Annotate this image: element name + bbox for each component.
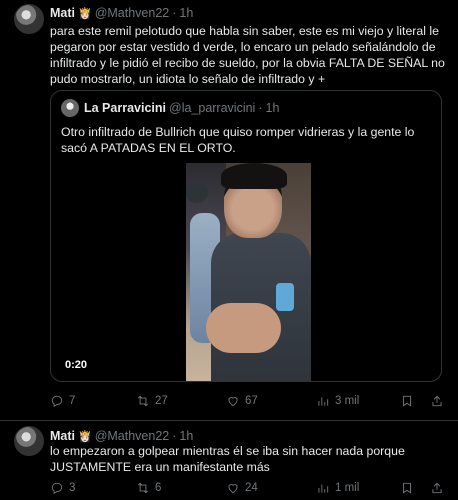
tweet[interactable]: Mati 👸🏻 @Mathven22 · 1h para este remil … bbox=[0, 0, 458, 421]
tweet-actions: 7 27 67 3 mil bbox=[50, 394, 458, 412]
quote-author-name: La Parravicini bbox=[84, 101, 166, 115]
reply-count: 3 bbox=[69, 482, 76, 494]
tweet-header: Mati 👸🏻 @Mathven22 · 1h bbox=[50, 429, 193, 443]
share-icon bbox=[432, 395, 442, 407]
avatar[interactable] bbox=[14, 4, 44, 34]
timestamp[interactable]: 1h bbox=[179, 429, 193, 443]
tweet-header: Mati 👸🏻 @Mathven22 · 1h bbox=[50, 6, 193, 20]
like-icon bbox=[228, 484, 238, 494]
quote-author-handle: @la_parravicini bbox=[169, 101, 256, 115]
views-icon bbox=[318, 397, 329, 406]
video-hair bbox=[221, 163, 287, 189]
bookmark-button[interactable] bbox=[400, 481, 414, 495]
quoted-tweet[interactable]: La Parravicini @la_parravicini · 1h Otro… bbox=[50, 90, 442, 382]
separator: · bbox=[172, 6, 177, 20]
views-count: 3 mil bbox=[335, 395, 360, 407]
reply-button[interactable]: 3 bbox=[50, 481, 75, 495]
separator: · bbox=[258, 101, 263, 115]
reply-button[interactable]: 7 bbox=[50, 394, 75, 408]
share-button[interactable] bbox=[430, 394, 444, 408]
quote-header: La Parravicini @la_parravicini · 1h bbox=[84, 101, 279, 115]
retweet-count: 27 bbox=[155, 395, 168, 407]
share-icon bbox=[432, 482, 442, 494]
like-button[interactable]: 24 bbox=[226, 481, 258, 495]
author-name[interactable]: Mati bbox=[50, 429, 75, 443]
tweet[interactable]: Mati 👸🏻 @Mathven22 · 1h lo empezaron a g… bbox=[0, 421, 458, 500]
quote-text: Otro infiltrado de Bullrich que quiso ro… bbox=[61, 125, 415, 155]
author-handle[interactable]: @Mathven22 bbox=[95, 6, 170, 20]
views-count: 1 mil bbox=[335, 482, 360, 494]
video-hands bbox=[206, 303, 281, 353]
name-badge: 👸🏻 bbox=[78, 7, 92, 20]
bookmark-button[interactable] bbox=[400, 394, 414, 408]
reply-count: 7 bbox=[69, 395, 76, 407]
bookmark-icon bbox=[403, 395, 411, 407]
like-button[interactable]: 67 bbox=[226, 394, 258, 408]
retweet-icon bbox=[138, 482, 148, 494]
views-button[interactable]: 1 mil bbox=[316, 481, 359, 495]
retweet-icon bbox=[138, 395, 148, 407]
author-handle[interactable]: @Mathven22 bbox=[95, 429, 170, 443]
retweet-button[interactable]: 27 bbox=[136, 394, 168, 408]
name-badge: 👸🏻 bbox=[78, 430, 92, 443]
share-button[interactable] bbox=[430, 481, 444, 495]
video-shirt-patch bbox=[276, 283, 294, 311]
views-icon bbox=[318, 484, 329, 493]
views-button[interactable]: 3 mil bbox=[316, 394, 359, 408]
quote-timestamp: 1h bbox=[265, 101, 280, 115]
tweet-text: lo empezaron a golpear mientras él se ib… bbox=[50, 444, 405, 474]
like-count: 67 bbox=[245, 395, 258, 407]
video-duration: 0:20 bbox=[65, 359, 88, 371]
tweet-text: para este remil pelotudo que habla sin s… bbox=[50, 24, 445, 86]
video-player[interactable] bbox=[186, 163, 311, 381]
quote-avatar bbox=[61, 99, 79, 117]
retweet-button[interactable]: 6 bbox=[136, 481, 161, 495]
bookmark-icon bbox=[403, 482, 411, 494]
tweet-actions: 3 6 24 1 mil bbox=[50, 481, 458, 499]
timestamp[interactable]: 1h bbox=[179, 6, 193, 20]
video-cap bbox=[186, 181, 208, 203]
separator: · bbox=[172, 429, 177, 443]
reply-icon bbox=[51, 395, 63, 408]
retweet-count: 6 bbox=[155, 482, 162, 494]
avatar[interactable] bbox=[14, 426, 44, 456]
like-count: 24 bbox=[245, 482, 258, 494]
author-name[interactable]: Mati bbox=[50, 6, 75, 20]
reply-icon bbox=[51, 482, 63, 495]
like-icon bbox=[228, 397, 238, 407]
